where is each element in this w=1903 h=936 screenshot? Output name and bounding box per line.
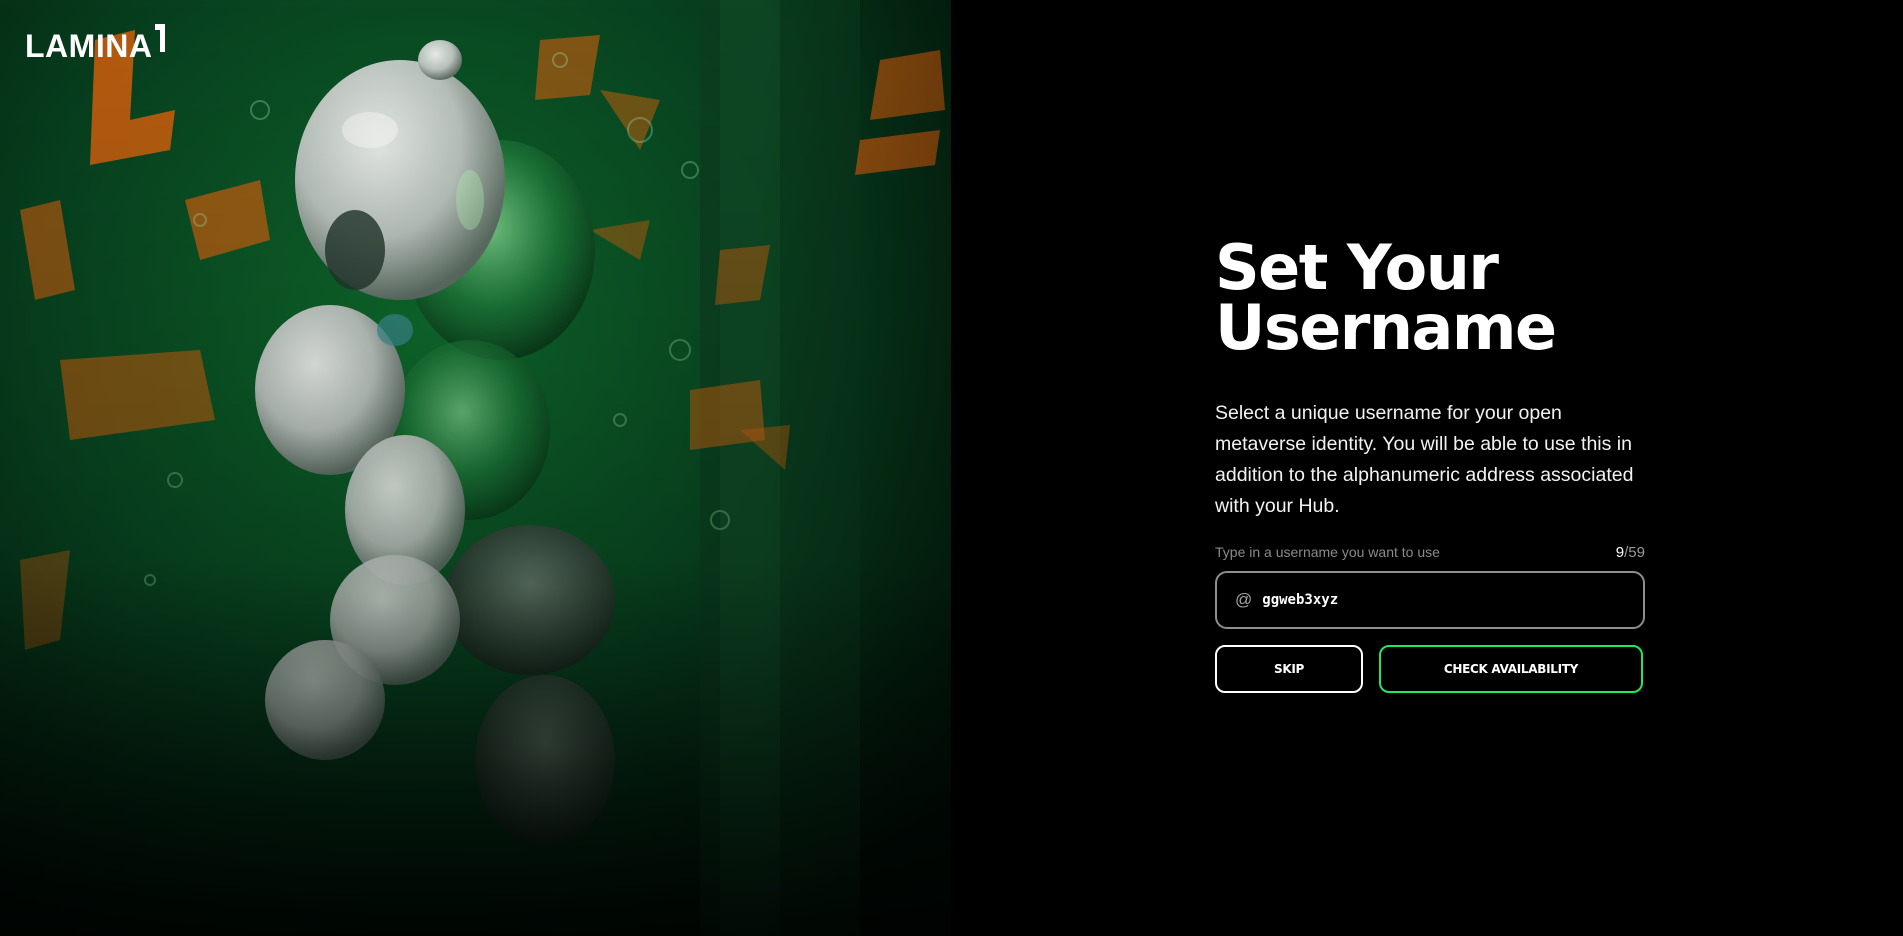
username-form: Set Your Username Select a unique userna… xyxy=(1215,231,1645,693)
title-line-1: Set Your xyxy=(1215,231,1499,304)
check-availability-button[interactable]: CHECK AVAILABILITY xyxy=(1379,645,1643,693)
field-meta-row: Type in a username you want to use 9/59 xyxy=(1215,544,1645,561)
username-form-panel: Set Your Username Select a unique userna… xyxy=(951,0,1903,936)
page-title: Set Your Username xyxy=(1215,231,1645,364)
skip-button[interactable]: SKIP xyxy=(1215,645,1363,693)
title-line-2: Username xyxy=(1215,291,1557,364)
at-sign-icon: @ xyxy=(1235,590,1253,609)
lamina-logo[interactable]: LAMINA xyxy=(25,22,166,62)
username-field-label: Type in a username you want to use xyxy=(1215,544,1440,560)
character-counter: 9/59 xyxy=(1616,544,1645,561)
logo-mark-icon xyxy=(155,24,166,52)
onboarding-page: LAMINA Set Your Username Select a unique… xyxy=(0,0,1903,936)
username-field[interactable]: @ xyxy=(1215,571,1645,629)
form-description: Select a unique username for your open m… xyxy=(1215,402,1634,517)
form-actions: SKIP CHECK AVAILABILITY xyxy=(1215,645,1645,693)
username-input[interactable] xyxy=(1262,592,1623,608)
character-count-current: 9 xyxy=(1615,544,1625,561)
logo-text: LAMINA xyxy=(25,28,153,64)
hero-artwork xyxy=(0,0,951,936)
character-count-max: /59 xyxy=(1624,544,1645,561)
hero-artwork-panel: LAMINA xyxy=(0,0,951,936)
